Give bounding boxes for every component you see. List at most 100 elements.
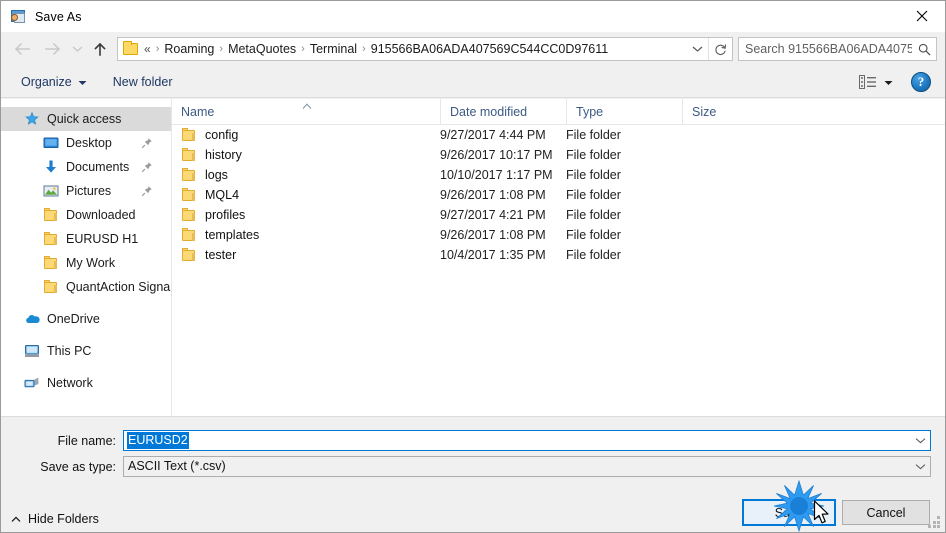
search-input[interactable]: Search 915566BA06ADA40756... — [745, 42, 912, 56]
pin-icon[interactable] — [141, 137, 153, 149]
forward-arrow-icon — [44, 42, 60, 56]
column-headers: Name Date modified Type Size — [172, 99, 945, 125]
sidebar-item-onedrive[interactable]: OneDrive — [1, 307, 171, 331]
row-type: File folder — [566, 228, 621, 242]
table-row[interactable]: tester 10/4/2017 1:35 PM File folder — [172, 245, 945, 265]
row-name: profiles — [205, 208, 246, 222]
help-label: ? — [917, 73, 925, 89]
search-box[interactable]: Search 915566BA06ADA40756... — [738, 37, 937, 61]
column-label: Size — [692, 104, 717, 119]
sidebar-item-my-work[interactable]: My Work — [1, 251, 171, 275]
save-as-dialog: Save As « › Roaming › MetaQuotes › Termi… — [0, 0, 946, 533]
resize-grip-icon[interactable] — [928, 516, 941, 529]
breadcrumb-roaming[interactable]: Roaming — [162, 38, 216, 60]
save-as-type-dropdown-button[interactable] — [910, 457, 930, 476]
search-button[interactable] — [912, 43, 936, 56]
table-row[interactable]: history 9/26/2017 10:17 PM File folder — [172, 145, 945, 165]
sidebar-label: My Work — [66, 256, 116, 270]
folder-icon — [181, 247, 197, 263]
new-folder-button[interactable]: New folder — [105, 70, 181, 94]
sidebar-item-network[interactable]: Network — [1, 371, 171, 395]
column-header-type[interactable]: Type — [566, 99, 682, 125]
table-row[interactable]: logs 10/10/2017 1:17 PM File folder — [172, 165, 945, 185]
save-as-app-icon — [10, 8, 27, 25]
breadcrumb-terminal[interactable]: Terminal — [308, 38, 359, 60]
sidebar-item-documents[interactable]: Documents — [1, 155, 171, 179]
sidebar-label: Pictures — [66, 184, 112, 198]
navigation-pane[interactable]: Quick access Desktop Documents Pictures … — [1, 99, 172, 416]
chevron-down-icon — [915, 438, 925, 444]
up-button[interactable] — [87, 35, 113, 63]
row-name: logs — [205, 168, 228, 182]
sidebar-item-quantaction-signal[interactable]: QuantAction Signal — [1, 275, 171, 299]
column-header-size[interactable]: Size — [682, 99, 762, 125]
desktop-icon — [43, 135, 59, 151]
pin-icon[interactable] — [141, 161, 153, 173]
breadcrumb-current-folder[interactable]: 915566BA06ADA407569C544CC0D97611 — [369, 38, 610, 60]
folder-icon — [123, 40, 139, 56]
file-name-value[interactable]: EURUSD2 — [127, 432, 189, 449]
file-name-dropdown-button[interactable] — [910, 431, 930, 450]
refresh-icon — [715, 43, 727, 55]
table-row[interactable]: profiles 9/27/2017 4:21 PM File folder — [172, 205, 945, 225]
breadcrumb-separator: › — [301, 43, 305, 55]
hide-folders-label: Hide Folders — [28, 512, 99, 526]
column-label: Name — [181, 104, 215, 119]
sidebar-label: EURUSD H1 — [66, 232, 139, 246]
back-button[interactable] — [7, 35, 37, 63]
table-row[interactable]: MQL4 9/26/2017 1:08 PM File folder — [172, 185, 945, 205]
folder-icon — [181, 207, 197, 223]
sidebar-item-quick-access[interactable]: Quick access — [1, 107, 171, 131]
command-bar: Organize New folder ? — [1, 66, 945, 98]
save-as-type-label: Save as type: — [40, 459, 116, 474]
folder-icon — [181, 227, 197, 243]
breadcrumb-metaquotes[interactable]: MetaQuotes — [226, 38, 298, 60]
sidebar-label: Desktop — [66, 136, 112, 150]
forward-button[interactable] — [37, 35, 67, 63]
pin-icon[interactable] — [141, 185, 153, 197]
folder-icon — [43, 279, 59, 295]
folder-icon — [43, 207, 59, 223]
sidebar-item-pictures[interactable]: Pictures — [1, 179, 171, 203]
close-button[interactable] — [899, 1, 945, 31]
row-name-cell: history — [172, 147, 440, 163]
row-type: File folder — [566, 208, 621, 222]
breadcrumb-separator: › — [362, 43, 366, 55]
refresh-button[interactable] — [708, 38, 732, 60]
row-type: File folder — [566, 148, 621, 162]
help-button[interactable]: ? — [911, 71, 931, 92]
change-view-button[interactable] — [855, 70, 897, 94]
table-row[interactable]: templates 9/26/2017 1:08 PM File folder — [172, 225, 945, 245]
sidebar-item-downloaded[interactable]: Downloaded — [1, 203, 171, 227]
save-as-type-select[interactable]: ASCII Text (*.csv) — [123, 456, 931, 477]
organize-button[interactable]: Organize — [13, 70, 95, 94]
back-arrow-icon — [14, 42, 30, 56]
file-name-input[interactable]: EURUSD2 — [123, 430, 931, 451]
sidebar-item-this-pc[interactable]: This PC — [1, 339, 171, 363]
hide-folders-button[interactable]: Hide Folders — [11, 512, 99, 526]
network-icon — [24, 375, 40, 391]
documents-download-icon — [43, 159, 59, 175]
sidebar-label: Network — [47, 376, 93, 390]
address-dropdown-button[interactable] — [686, 38, 708, 60]
chevron-down-icon — [915, 464, 925, 470]
sidebar-label: OneDrive — [47, 312, 100, 326]
breadcrumb-overflow[interactable]: « — [142, 42, 153, 56]
organize-label: Organize — [21, 74, 72, 89]
save-button[interactable]: Save — [742, 499, 836, 526]
row-name-cell: profiles — [172, 207, 440, 223]
list-view-icon — [859, 74, 876, 89]
sidebar-item-desktop[interactable]: Desktop — [1, 131, 171, 155]
column-header-date-modified[interactable]: Date modified — [440, 99, 566, 125]
sort-ascending-icon — [302, 99, 312, 109]
sidebar-item-eurusd-h1[interactable]: EURUSD H1 — [1, 227, 171, 251]
cancel-button[interactable]: Cancel — [842, 500, 930, 525]
address-bar[interactable]: « › Roaming › MetaQuotes › Terminal › 91… — [117, 37, 733, 61]
folder-icon — [181, 167, 197, 183]
table-row[interactable]: config 9/27/2017 4:44 PM File folder — [172, 125, 945, 145]
file-name-label: File name: — [57, 433, 116, 448]
recent-locations-chevron-icon — [72, 46, 82, 52]
recent-locations-button[interactable] — [67, 35, 87, 63]
chevron-down-icon — [884, 75, 893, 89]
row-name: tester — [205, 248, 237, 262]
